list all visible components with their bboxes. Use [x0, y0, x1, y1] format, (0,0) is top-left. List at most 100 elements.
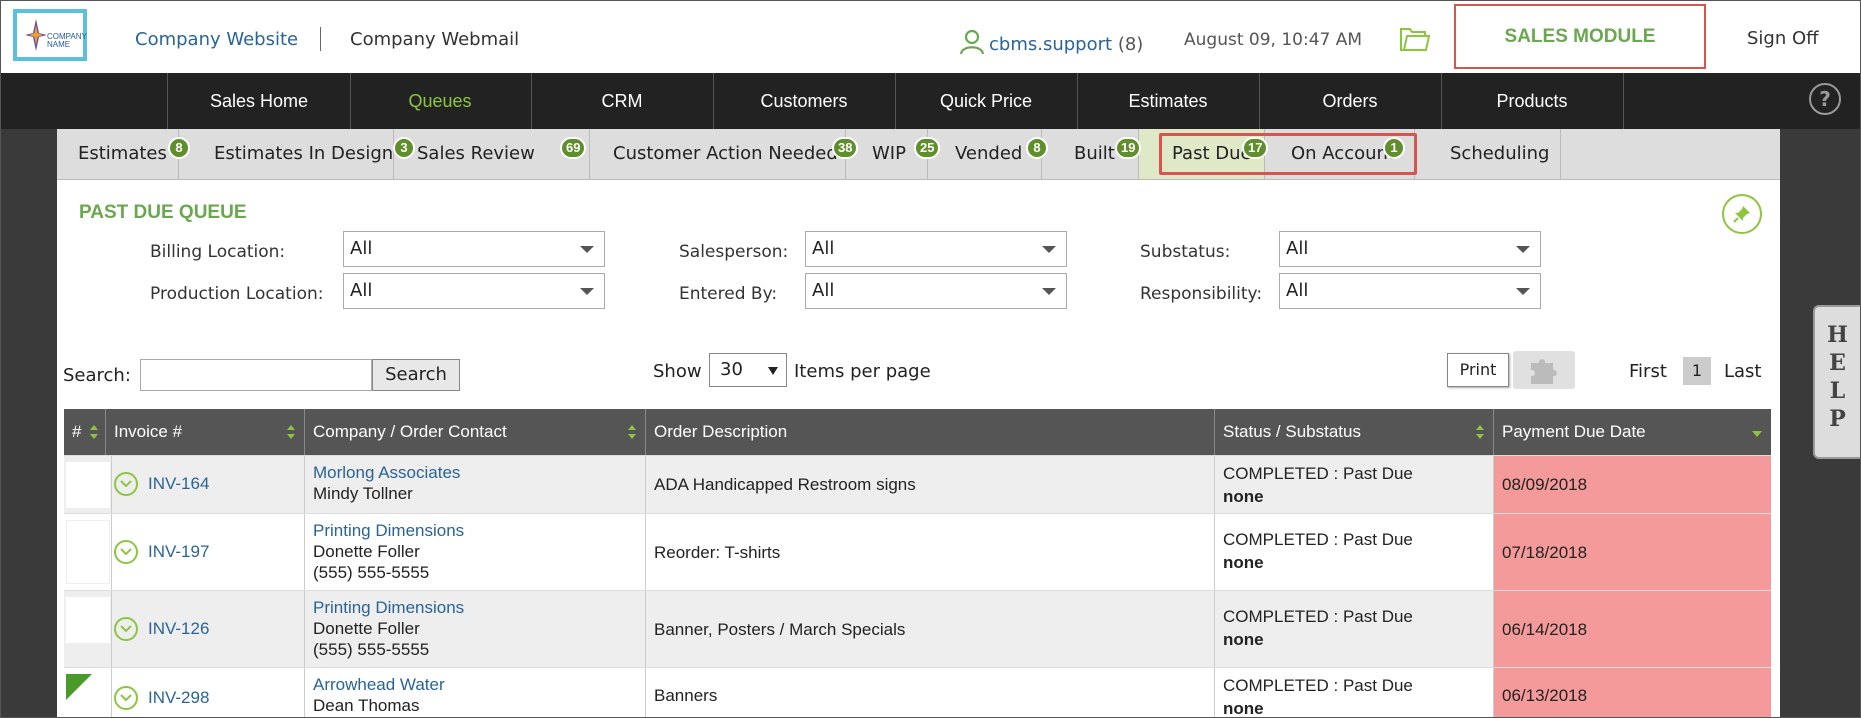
- nav-quick-price[interactable]: Quick Price: [895, 73, 1078, 129]
- company-link[interactable]: Morlong Associates: [313, 462, 645, 483]
- tab-vended[interactable]: Vended: [928, 129, 1042, 179]
- table-row[interactable]: INV-298 Arrowhead Water Dean Thomas Bann…: [64, 667, 1771, 718]
- company-logo[interactable]: COMPANY NAME: [13, 9, 87, 61]
- pager-first[interactable]: First: [1629, 361, 1667, 382]
- chevron-down-icon: [1042, 288, 1056, 295]
- help-icon[interactable]: ?: [1809, 83, 1841, 115]
- column-label: Order Description: [654, 422, 788, 441]
- col-invoice[interactable]: Invoice #: [106, 409, 305, 455]
- help-letter: P: [1829, 406, 1846, 432]
- tab-scheduling[interactable]: Scheduling: [1415, 129, 1561, 179]
- salesperson-select[interactable]: All: [805, 231, 1067, 267]
- table-row[interactable]: INV-197 Printing Dimensions Donette Foll…: [64, 513, 1771, 591]
- company-cell: Arrowhead Water Dean Thomas: [305, 668, 646, 717]
- tab-label: Customer Action Needed: [613, 143, 838, 164]
- entered-by-select[interactable]: All: [805, 273, 1067, 309]
- substatus-text: none: [1223, 553, 1264, 572]
- expand-icon[interactable]: [114, 617, 138, 641]
- divider: [320, 27, 321, 51]
- table-row[interactable]: INV-164 Morlong Associates Mindy Tollner…: [64, 455, 1771, 514]
- status-cell: COMPLETED : Past Due none: [1215, 668, 1494, 718]
- col-payment-due-date[interactable]: Payment Due Date: [1494, 409, 1771, 455]
- status-cell: COMPLETED : Past Due none: [1215, 514, 1494, 591]
- expand-icon[interactable]: [114, 540, 138, 564]
- column-label: #: [72, 422, 82, 441]
- nav-estimates[interactable]: Estimates: [1077, 73, 1260, 129]
- pager-last[interactable]: Last: [1724, 361, 1762, 382]
- print-button[interactable]: Print: [1447, 353, 1509, 387]
- description-cell: Banners: [646, 668, 1215, 717]
- invoice-link[interactable]: INV-197: [148, 542, 209, 562]
- substatus-select[interactable]: All: [1279, 231, 1541, 267]
- chevron-down-icon: [580, 246, 594, 253]
- help-letter: L: [1829, 378, 1846, 404]
- search-button[interactable]: Search: [372, 359, 460, 391]
- pager-current-page[interactable]: 1: [1683, 357, 1711, 385]
- tab-label: Scheduling: [1450, 143, 1550, 164]
- select-value: All: [812, 280, 835, 301]
- salesperson-label: Salesperson:: [679, 242, 789, 262]
- status-text: COMPLETED : Past Due: [1223, 607, 1413, 626]
- company-link[interactable]: Arrowhead Water: [313, 674, 645, 695]
- column-settings-button[interactable]: [1513, 351, 1575, 389]
- row-marker: [66, 520, 110, 584]
- status-cell: COMPLETED : Past Due none: [1215, 591, 1494, 668]
- production-location-select[interactable]: All: [343, 273, 605, 309]
- sales-module-button[interactable]: SALES MODULE: [1454, 4, 1706, 69]
- description-cell: Reorder: T-shirts: [646, 514, 1215, 591]
- substatus-text: none: [1223, 630, 1264, 649]
- tab-customer-action-needed[interactable]: Customer Action Needed: [590, 129, 846, 179]
- search-input[interactable]: [140, 359, 372, 391]
- table-row[interactable]: INV-126 Printing Dimensions Donette Foll…: [64, 590, 1771, 668]
- invoice-link[interactable]: INV-164: [148, 474, 209, 494]
- tab-label: Built: [1074, 143, 1115, 164]
- nav-orders[interactable]: Orders: [1259, 73, 1442, 129]
- nav-products[interactable]: Products: [1441, 73, 1624, 129]
- production-location-label: Production Location:: [150, 284, 324, 304]
- pin-icon[interactable]: [1722, 194, 1762, 234]
- nav-customers[interactable]: Customers: [713, 73, 896, 129]
- row-number-cell: [64, 456, 112, 514]
- description-cell: Banner, Posters / March Specials: [646, 591, 1215, 668]
- tab-label: Vended: [955, 143, 1023, 164]
- select-value: All: [350, 238, 373, 259]
- company-webmail-link[interactable]: Company Webmail: [350, 29, 519, 50]
- invoice-link[interactable]: INV-126: [148, 619, 209, 639]
- status-text: COMPLETED : Past Due: [1223, 530, 1413, 549]
- chevron-down-icon: [768, 367, 778, 375]
- tab-estimates-in-design[interactable]: Estimates In Design: [158, 129, 394, 179]
- col-status[interactable]: Status / Substatus: [1215, 409, 1494, 455]
- company-link[interactable]: Printing Dimensions: [313, 520, 645, 541]
- col-number[interactable]: #: [64, 409, 106, 455]
- help-side-tab[interactable]: H E L P: [1813, 305, 1860, 459]
- tab-sales-review[interactable]: Sales Review: [394, 129, 590, 179]
- company-website-link[interactable]: Company Website: [135, 29, 298, 50]
- responsibility-select[interactable]: All: [1279, 273, 1541, 309]
- contact-name: Mindy Tollner: [313, 484, 413, 503]
- sign-off-link[interactable]: Sign Off: [1747, 28, 1819, 49]
- user-menu[interactable]: cbms.support (8): [959, 29, 1143, 55]
- nav-sales-home[interactable]: Sales Home: [167, 73, 351, 129]
- nav-crm[interactable]: CRM: [531, 73, 714, 129]
- billing-location-select[interactable]: All: [343, 231, 605, 267]
- row-marker: [66, 462, 110, 508]
- username[interactable]: cbms.support: [989, 34, 1112, 55]
- substatus-text: none: [1223, 699, 1264, 718]
- show-label: Show: [653, 361, 702, 382]
- search-label: Search:: [63, 365, 131, 386]
- contact-name: Dean Thomas: [313, 696, 420, 715]
- expand-icon[interactable]: [114, 472, 138, 496]
- row-marker: [66, 597, 110, 643]
- nav-queues[interactable]: Queues: [349, 73, 532, 129]
- expand-icon[interactable]: [114, 686, 138, 710]
- folder-icon[interactable]: [1399, 26, 1431, 56]
- col-company-contact[interactable]: Company / Order Contact: [305, 409, 646, 455]
- items-per-page-select[interactable]: 30: [709, 353, 787, 387]
- company-cell: Printing Dimensions Donette Foller (555)…: [305, 591, 646, 668]
- sort-icon: [1476, 425, 1484, 439]
- company-link[interactable]: Printing Dimensions: [313, 597, 645, 618]
- column-label: Invoice #: [114, 422, 183, 441]
- count-badge: 19: [1115, 137, 1142, 159]
- invoice-link[interactable]: INV-298: [148, 688, 209, 708]
